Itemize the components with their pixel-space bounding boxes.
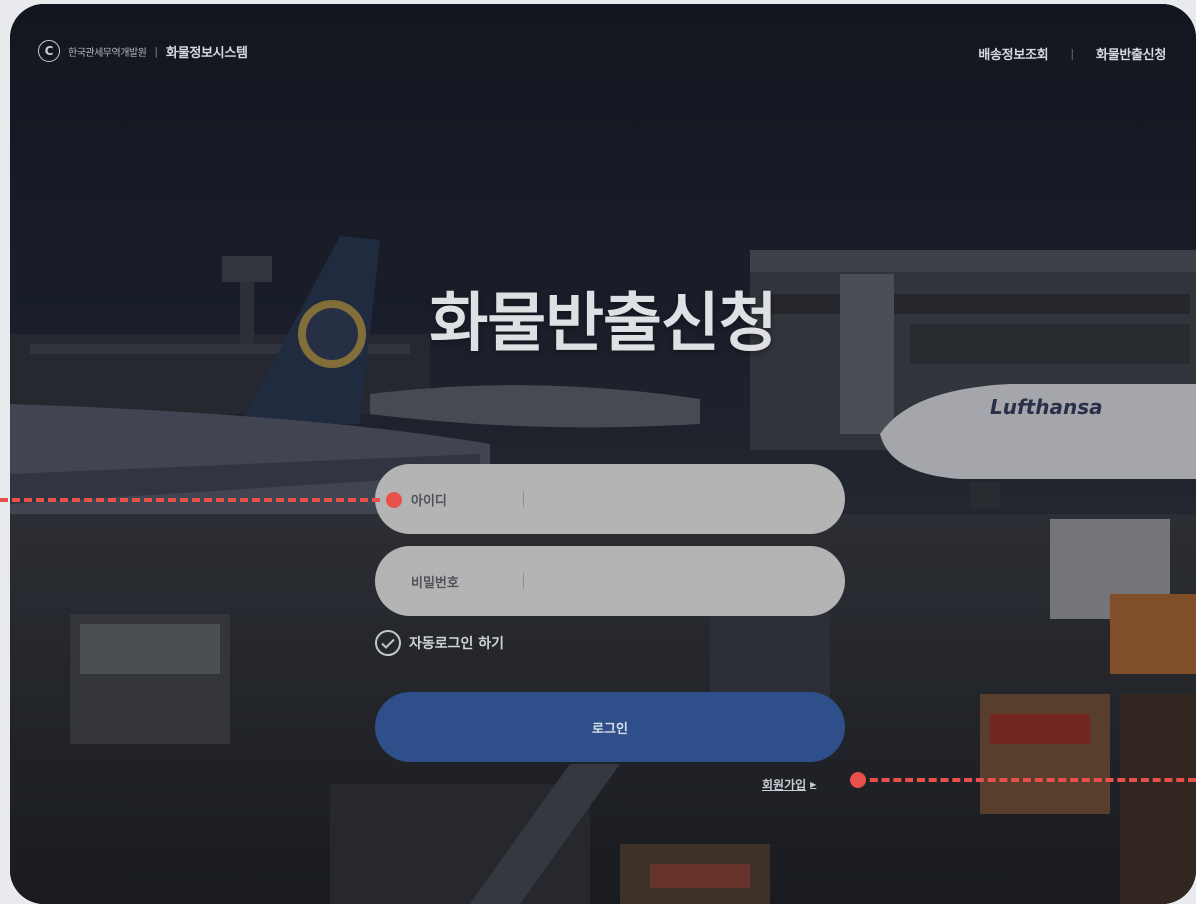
annotation-line-signup — [858, 778, 1196, 782]
auto-login-label: 자동로그인 하기 — [409, 636, 505, 652]
password-field-divider — [523, 573, 524, 589]
signup-label: 회원가입 — [762, 778, 807, 792]
password-field-label: 비밀번호 — [411, 575, 459, 591]
background-overlay — [10, 4, 1196, 904]
nav-delivery-info[interactable]: 배송정보조회 — [978, 44, 1048, 63]
app-frame: Lufthansa C 한국관세무역개발원 | 화물정보시스템 배송정보조회 |… — [10, 4, 1196, 904]
top-nav: 배송정보조회 | 화물반출신청 — [978, 44, 1166, 63]
signup-link[interactable]: 회원가입 ▶ — [762, 776, 816, 793]
id-input[interactable] — [538, 483, 815, 515]
id-field-divider — [523, 491, 524, 507]
annotation-dot-signup — [850, 772, 866, 788]
auto-login-checkbox[interactable]: 자동로그인 하기 — [375, 630, 504, 656]
annotation-dot-id — [386, 492, 402, 508]
customs-logo-icon: C — [38, 40, 60, 62]
brand-separator: | — [154, 44, 159, 58]
login-button[interactable]: 로그인 — [375, 692, 845, 762]
id-field-label: 아이디 — [411, 493, 447, 509]
password-input[interactable] — [538, 565, 815, 597]
id-field[interactable]: 아이디 — [375, 464, 845, 534]
triangle-right-icon: ▶ — [810, 780, 817, 789]
page-title: 화물반출신청 — [429, 287, 777, 361]
annotation-line-id — [0, 498, 380, 502]
brand-system-name: 화물정보시스템 — [166, 45, 248, 61]
brand-org-name: 한국관세무역개발원 — [68, 47, 147, 59]
nav-cargo-release[interactable]: 화물반출신청 — [1096, 44, 1166, 63]
check-circle-icon[interactable] — [375, 630, 401, 656]
nav-separator: | — [1070, 47, 1075, 60]
password-field[interactable]: 비밀번호 — [375, 546, 845, 616]
brand[interactable]: C 한국관세무역개발원 | 화물정보시스템 — [38, 40, 248, 62]
top-header: C 한국관세무역개발원 | 화물정보시스템 배송정보조회 | 화물반출신청 — [10, 4, 1196, 100]
